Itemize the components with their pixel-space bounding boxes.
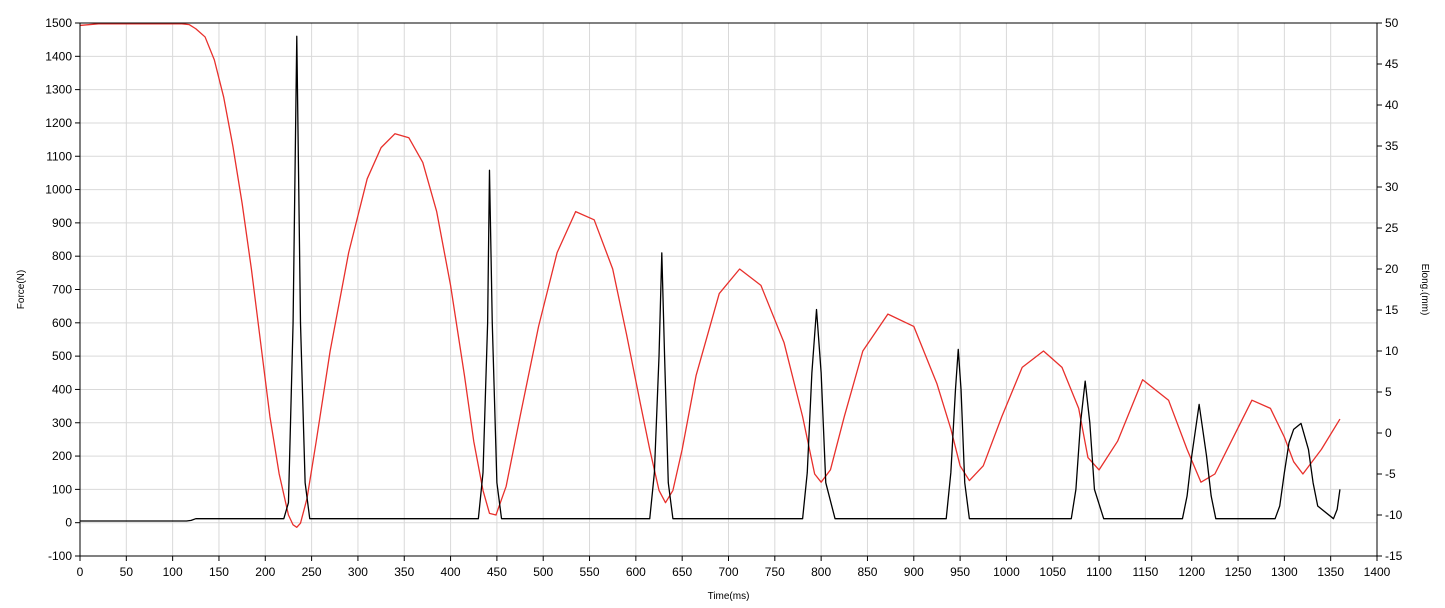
x-tick-label: 300 bbox=[348, 565, 368, 579]
y-left-tick-label: 0 bbox=[65, 516, 72, 530]
x-tick-label: 1150 bbox=[1132, 565, 1158, 579]
x-tick-label: 500 bbox=[533, 565, 553, 579]
y-left-tick-label: 400 bbox=[52, 382, 72, 396]
x-tick-label: 350 bbox=[394, 565, 414, 579]
y-left-tick-label: 700 bbox=[52, 283, 72, 297]
y-left-tick-label: 200 bbox=[52, 449, 72, 463]
x-tick-label: 600 bbox=[626, 565, 646, 579]
x-tick-label: 950 bbox=[950, 565, 970, 579]
x-tick-label: 1250 bbox=[1225, 565, 1252, 579]
x-tick-label: 700 bbox=[718, 565, 738, 579]
x-tick-label: 1200 bbox=[1178, 565, 1205, 579]
y-right-tick-label: 0 bbox=[1385, 426, 1392, 440]
x-tick-label: 0 bbox=[77, 565, 84, 579]
y-right-tick-label: 40 bbox=[1385, 98, 1399, 112]
x-tick-label: 1400 bbox=[1364, 565, 1391, 579]
y-left-tick-label: 300 bbox=[52, 416, 72, 430]
x-tick-label: 1050 bbox=[1039, 565, 1066, 579]
x-tick-label: 750 bbox=[765, 565, 785, 579]
x-tick-label: 850 bbox=[857, 565, 877, 579]
x-tick-label: 450 bbox=[487, 565, 507, 579]
y-right-tick-label: -5 bbox=[1385, 467, 1396, 481]
x-tick-label: 900 bbox=[904, 565, 924, 579]
chart: 0 50 100 150 200 250 300 350 400 450 500 550 600 650 7… bbox=[0, 0, 1445, 608]
x-tick-label: 800 bbox=[811, 565, 831, 579]
y-right-tick-label: 5 bbox=[1385, 385, 1392, 399]
x-tick-label: 550 bbox=[580, 565, 600, 579]
y-left-tick-label: -100 bbox=[48, 549, 72, 563]
x-tick-label: 1350 bbox=[1317, 565, 1344, 579]
y-right-tick-label: 30 bbox=[1385, 180, 1399, 194]
y-right-tick-label: 10 bbox=[1385, 344, 1399, 358]
x-tick-label: 1300 bbox=[1271, 565, 1298, 579]
y-left-tick-label: 100 bbox=[52, 482, 72, 496]
y-axis-left-title: Force(N) bbox=[16, 270, 27, 309]
x-tick-label: 1100 bbox=[1086, 565, 1112, 579]
y-left-tick-label: 1500 bbox=[45, 16, 72, 30]
y-right-tick-label: 20 bbox=[1385, 262, 1399, 276]
x-tick-label: 400 bbox=[441, 565, 461, 579]
y-right-tick-label: 50 bbox=[1385, 16, 1399, 30]
y-right-tick-label: -10 bbox=[1385, 508, 1403, 522]
x-tick-label: 650 bbox=[672, 565, 692, 579]
x-tick-label: 250 bbox=[302, 565, 322, 579]
x-tick-label: 1000 bbox=[993, 565, 1020, 579]
x-tick-label: 200 bbox=[255, 565, 275, 579]
x-tick-label: 100 bbox=[163, 565, 183, 579]
y-left-tick-label: 800 bbox=[52, 249, 72, 263]
y-left-tick-label: 1400 bbox=[45, 49, 72, 63]
y-left-tick-label: 1000 bbox=[45, 183, 72, 197]
x-axis-title: Time(ms) bbox=[708, 591, 750, 602]
y-left-tick-label: 1200 bbox=[45, 116, 72, 130]
y-left-tick-label: 500 bbox=[52, 349, 72, 363]
y-left-tick-label: 600 bbox=[52, 316, 72, 330]
chart-canvas: 0 50 100 150 200 250 300 350 400 450 500 550 600 650 7… bbox=[0, 0, 1445, 608]
y-axis-right-title: Elong.(mm) bbox=[1419, 264, 1430, 316]
x-tick-label: 50 bbox=[120, 565, 134, 579]
y-right-tick-label: 25 bbox=[1385, 221, 1399, 235]
x-tick-label: 150 bbox=[209, 565, 229, 579]
y-right-tick-label: 35 bbox=[1385, 139, 1399, 153]
y-left-tick-label: 1300 bbox=[45, 83, 72, 97]
y-right-tick-label: -15 bbox=[1385, 549, 1403, 563]
y-left-tick-label: 900 bbox=[52, 216, 72, 230]
y-right-tick-label: 45 bbox=[1385, 57, 1399, 71]
y-left-tick-label: 1100 bbox=[46, 149, 72, 163]
y-right-tick-label: 15 bbox=[1385, 303, 1399, 317]
